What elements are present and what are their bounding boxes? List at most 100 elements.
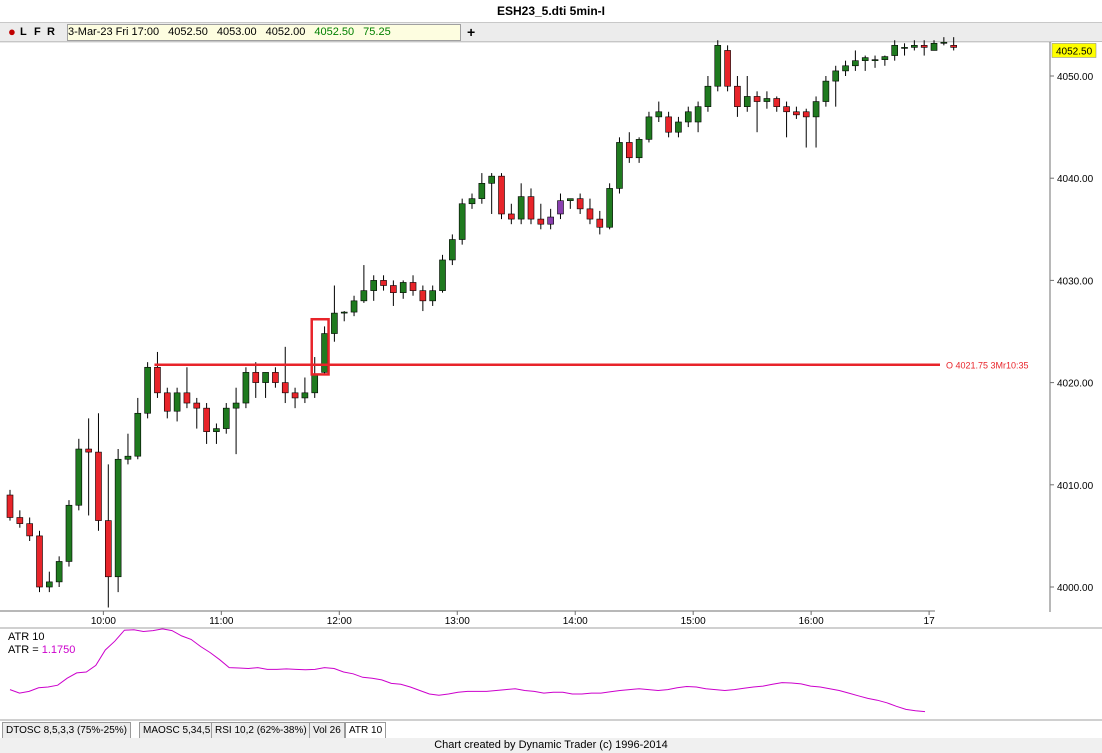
candle-body bbox=[881, 56, 889, 60]
candle-body bbox=[232, 402, 240, 409]
candle-body bbox=[724, 50, 731, 87]
candle bbox=[665, 111, 672, 138]
candle bbox=[881, 55, 889, 66]
candle bbox=[75, 438, 83, 511]
candle-body bbox=[871, 59, 879, 61]
candle-body bbox=[832, 70, 840, 82]
price-axis: 4000.00 4010.00 4020.00 4030.00 4040.00 4050.… bbox=[1050, 43, 1097, 594]
candle bbox=[842, 60, 849, 76]
candle-body bbox=[213, 428, 220, 432]
y-tick-label: 4000.00 bbox=[1057, 583, 1094, 594]
candle bbox=[547, 208, 554, 230]
candle-body bbox=[488, 175, 495, 184]
tab-vol[interactable]: Vol 26 bbox=[309, 722, 345, 739]
candle bbox=[498, 173, 505, 220]
tab-dtosc[interactable]: DTOSC 8,5,3,3 (75%-25%) bbox=[2, 722, 131, 739]
candle-body bbox=[773, 98, 781, 107]
candle bbox=[655, 101, 663, 122]
candle bbox=[488, 173, 495, 214]
candle-body bbox=[891, 45, 899, 56]
y-tick-label: 4020.00 bbox=[1057, 379, 1094, 390]
candle-body bbox=[684, 111, 692, 123]
candle-body bbox=[105, 520, 112, 578]
x-tick-label: 15:00 bbox=[681, 616, 706, 627]
candle bbox=[124, 433, 132, 465]
candle-body bbox=[399, 282, 407, 293]
candle-body bbox=[144, 366, 151, 414]
x-tick-label: 14:00 bbox=[563, 616, 588, 627]
candle bbox=[331, 285, 338, 342]
candle-body bbox=[301, 392, 309, 399]
candle-body bbox=[65, 504, 73, 562]
candle bbox=[773, 96, 781, 112]
candle-body bbox=[281, 382, 289, 394]
candle-body bbox=[567, 198, 574, 201]
atr-line bbox=[9, 628, 926, 713]
candle bbox=[508, 203, 515, 225]
candle-body bbox=[527, 196, 535, 220]
price-chart[interactable]: O 4021.75 3Mr10:35 4000.00 4010.00 4020.00… bbox=[0, 0, 1102, 753]
candle bbox=[301, 377, 309, 404]
candle bbox=[262, 372, 269, 398]
candle bbox=[105, 464, 112, 608]
candle-body bbox=[321, 333, 328, 373]
candle-body bbox=[390, 285, 397, 293]
candle bbox=[232, 387, 240, 455]
candle bbox=[85, 418, 92, 516]
candle bbox=[852, 50, 859, 71]
candle-body bbox=[763, 98, 771, 102]
candle-body bbox=[163, 392, 171, 412]
candle-body bbox=[822, 80, 830, 102]
candle bbox=[478, 173, 486, 204]
candle bbox=[517, 183, 525, 225]
time-axis: 10:00 11:00 12:00 13:00 14:00 15:00 16:00 17 bbox=[91, 611, 935, 627]
candle bbox=[458, 198, 466, 245]
candle bbox=[222, 403, 230, 434]
candle-body bbox=[852, 60, 859, 67]
candle-body bbox=[350, 300, 358, 313]
candle-body bbox=[429, 290, 436, 302]
candle-body bbox=[6, 494, 14, 518]
candle bbox=[645, 111, 653, 143]
candle-body bbox=[606, 188, 613, 228]
candle bbox=[242, 367, 250, 409]
candle bbox=[291, 387, 299, 409]
atr-name: ATR 10 bbox=[8, 631, 45, 643]
candle bbox=[281, 346, 289, 404]
candle bbox=[822, 76, 830, 107]
candle bbox=[743, 76, 751, 112]
level-line-label: O 4021.75 3Mr10:35 bbox=[946, 361, 1029, 371]
candle bbox=[812, 96, 820, 148]
candle-body bbox=[203, 407, 210, 432]
candle-body bbox=[901, 47, 908, 49]
candle-body bbox=[114, 458, 122, 578]
y-tick-label: 4010.00 bbox=[1057, 481, 1094, 492]
candle-body bbox=[586, 208, 594, 220]
candle-body bbox=[183, 392, 191, 404]
candle-body bbox=[861, 57, 869, 61]
tab-rsi[interactable]: RSI 10,2 (62%-38%) bbox=[211, 722, 311, 739]
candle bbox=[439, 254, 446, 293]
candle-body bbox=[734, 85, 741, 107]
tab-maosc[interactable]: MAOSC 5,34,5 bbox=[139, 722, 215, 739]
candle bbox=[193, 397, 201, 429]
atr-legend: ATR 10 ATR = 1.1750 bbox=[8, 631, 75, 657]
candle-body bbox=[55, 561, 63, 583]
candle-body bbox=[380, 280, 387, 286]
candle bbox=[65, 500, 73, 567]
candle-body bbox=[714, 45, 722, 87]
candle-body bbox=[675, 121, 682, 133]
candle-body bbox=[842, 65, 849, 72]
candle bbox=[272, 367, 279, 388]
candle bbox=[134, 397, 142, 460]
candle bbox=[704, 76, 712, 112]
candle-body bbox=[193, 402, 201, 409]
candle-body bbox=[576, 198, 584, 210]
candle-body bbox=[419, 290, 427, 302]
candle-body bbox=[616, 142, 623, 189]
candle-body bbox=[911, 45, 918, 48]
candle-body bbox=[409, 282, 417, 291]
candle-body bbox=[625, 142, 633, 159]
tab-atr[interactable]: ATR 10 bbox=[345, 722, 387, 739]
candle bbox=[861, 55, 869, 71]
